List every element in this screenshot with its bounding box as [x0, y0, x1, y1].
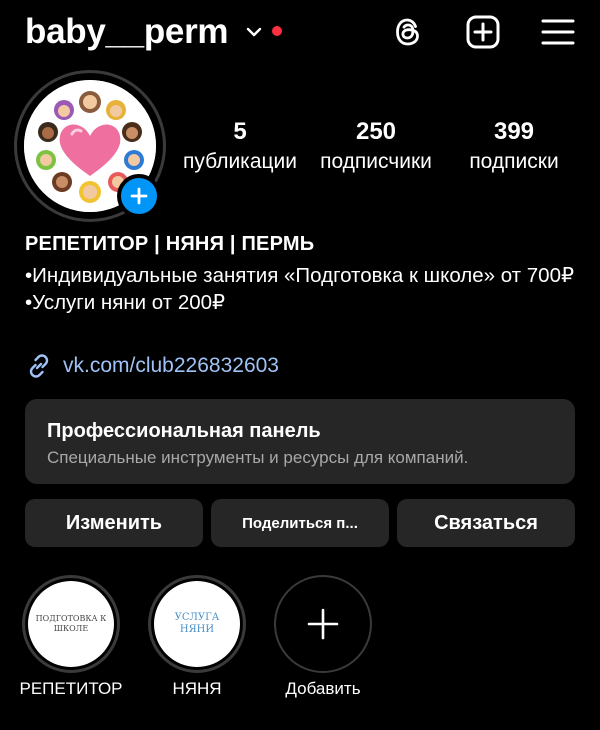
highlight-cover-text-1: УСЛУГА: [174, 612, 220, 623]
highlight-cover-text-1: ПОДГОТОВКА К: [35, 614, 107, 623]
stat-posts[interactable]: 5 публикации: [170, 118, 310, 176]
stat-following-label: подписки: [469, 150, 559, 173]
stat-posts-label: публикации: [183, 150, 297, 173]
menu-icon[interactable]: [540, 14, 576, 50]
bio-line-2: •Услуги няни от 200₽: [25, 291, 226, 314]
stat-posts-count: 5: [233, 118, 247, 145]
add-post-icon[interactable]: [465, 14, 501, 50]
highlight-cover-image: УСЛУГА НЯНИ: [154, 581, 240, 667]
highlight-cover-ring: ПОДГОТОВКА К ШКОЛЕ: [22, 575, 120, 673]
add-story-button[interactable]: [117, 174, 161, 218]
highlight-cover-text-2: ШКОЛЕ: [53, 624, 89, 633]
share-profile-button[interactable]: Поделиться п...: [211, 499, 389, 547]
highlight-cover-text-2: НЯНИ: [179, 624, 215, 635]
stat-following-count: 399: [493, 118, 535, 145]
username-switcher[interactable]: baby__perm: [25, 12, 229, 52]
stat-following[interactable]: 399 подписки: [444, 118, 584, 176]
contact-button[interactable]: Связаться: [397, 499, 575, 547]
plus-icon: [307, 608, 339, 640]
highlight-cover-ring: УСЛУГА НЯНИ: [148, 575, 246, 673]
edit-profile-button[interactable]: Изменить: [25, 499, 203, 547]
highlight-label: РЕПЕТИТОР: [19, 679, 123, 698]
highlight-tutor[interactable]: ПОДГОТОВКА К ШКОЛЕ РЕПЕТИТОР: [19, 575, 123, 699]
highlight-cover-image: ПОДГОТОВКА К ШКОЛЕ: [28, 581, 114, 667]
stat-followers[interactable]: 250 подписчики: [306, 118, 446, 176]
highlight-nanny[interactable]: УСЛУГА НЯНИ НЯНЯ: [148, 575, 246, 699]
bio-link[interactable]: vk.com/club226832603: [25, 351, 279, 381]
highlight-label: НЯНЯ: [172, 679, 222, 698]
highlight-label: Добавить: [285, 679, 361, 698]
link-icon: [29, 354, 49, 378]
top-bar: baby__perm: [0, 0, 600, 64]
professional-dashboard[interactable]: Профессиональная панель Специальные инст…: [25, 399, 575, 484]
bio-text: •Индивидуальные занятия «Подготовка к шк…: [25, 262, 585, 316]
bio-line-1: •Индивидуальные занятия «Подготовка к шк…: [25, 264, 575, 287]
highlight-add[interactable]: Добавить: [274, 575, 372, 699]
pro-panel-subtitle: Специальные инструменты и ресурсы для ко…: [47, 448, 469, 467]
notification-dot: [272, 26, 282, 36]
bio-link-text: vk.com/club226832603: [63, 354, 279, 377]
chevron-down-icon[interactable]: [246, 26, 262, 38]
bio-name: РЕПЕТИТОР | НЯНЯ | ПЕРМЬ: [25, 233, 315, 255]
highlight-add-ring: [274, 575, 372, 673]
stat-followers-label: подписчики: [320, 150, 432, 173]
plus-icon: [130, 187, 148, 205]
stat-followers-count: 250: [355, 118, 397, 145]
threads-icon[interactable]: [390, 14, 426, 50]
pro-panel-title: Профессиональная панель: [47, 420, 321, 442]
